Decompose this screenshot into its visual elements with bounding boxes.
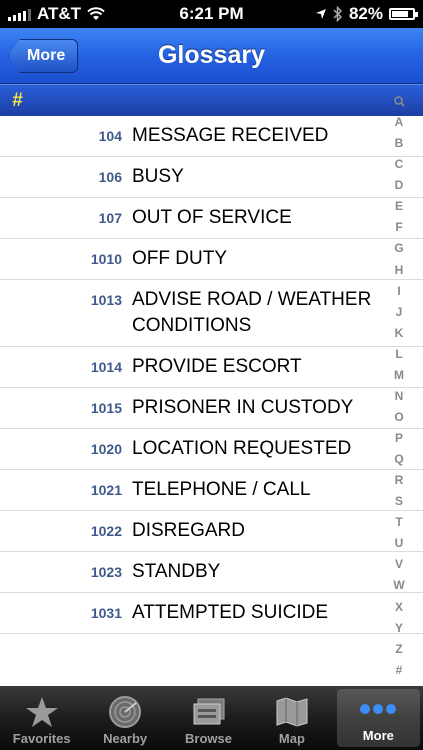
index-letter[interactable]: K	[395, 327, 404, 339]
item-code: 1010	[90, 251, 122, 267]
section-index[interactable]: A B C D E F G H I J K L M N O P Q R S T U V W X Y Z #	[388, 96, 410, 676]
index-letter[interactable]: Z	[395, 643, 402, 655]
glossary-list[interactable]: 104 MESSAGE RECEIVED 106 BUSY 107 OUT OF SERV…	[0, 116, 423, 686]
item-code: 1031	[90, 605, 122, 621]
more-icon	[358, 692, 398, 726]
item-code: 107	[98, 210, 122, 226]
tab-map[interactable]: Map	[250, 686, 333, 750]
section-header: #	[0, 84, 423, 116]
list-item[interactable]: 1021 TELEPHONE / CALL	[0, 470, 423, 511]
index-letter[interactable]: D	[395, 179, 404, 191]
tab-more[interactable]: More	[336, 689, 421, 747]
item-term: PRISONER IN CUSTODY	[132, 397, 354, 418]
search-icon[interactable]	[393, 96, 405, 107]
item-code: 1021	[90, 482, 122, 498]
page-title: Glossary	[157, 41, 265, 69]
index-letter[interactable]: H	[395, 264, 404, 276]
index-letter[interactable]: U	[395, 537, 404, 549]
item-term: OUT OF SERVICE	[132, 207, 292, 228]
list-item[interactable]: 1022 DISREGARD	[0, 511, 423, 552]
star-icon	[25, 695, 59, 729]
index-letter[interactable]: Q	[394, 453, 403, 465]
list-item[interactable]: 1013 ADVISE ROAD / WEATHER CONDITIONS	[0, 280, 423, 347]
index-letter[interactable]: G	[394, 242, 403, 254]
signal-strength-icon	[8, 7, 31, 21]
list-item[interactable]: 107 OUT OF SERVICE	[0, 198, 423, 239]
radar-icon	[108, 695, 142, 729]
item-term: MESSAGE RECEIVED	[132, 125, 329, 146]
index-letter[interactable]: R	[395, 474, 404, 486]
tab-nearby[interactable]: Nearby	[83, 686, 166, 750]
index-letter[interactable]: P	[395, 432, 403, 444]
item-code: 1014	[90, 359, 122, 375]
item-term: BUSY	[132, 166, 184, 187]
index-letter[interactable]: C	[395, 158, 404, 170]
item-code: 1022	[90, 523, 122, 539]
index-letter[interactable]: #	[396, 664, 403, 676]
battery-icon	[389, 8, 418, 20]
list-item[interactable]: 1015 PRISONER IN CUSTODY	[0, 388, 423, 429]
index-letter[interactable]: F	[395, 221, 402, 233]
item-term: ATTEMPTED SUICIDE	[132, 602, 328, 623]
index-letter[interactable]: W	[393, 579, 404, 591]
tab-label: Favorites	[12, 731, 71, 746]
index-letter[interactable]: L	[395, 348, 402, 360]
item-term: OFF DUTY	[132, 248, 227, 269]
carrier-label: AT&T	[37, 4, 82, 23]
list-item[interactable]: 1020 LOCATION REQUESTED	[0, 429, 423, 470]
tab-label: Nearby	[103, 731, 148, 746]
item-code: 104	[98, 128, 122, 144]
item-term: ADVISE ROAD / WEATHER CONDITIONS	[132, 289, 372, 336]
index-letter[interactable]: Y	[395, 622, 403, 634]
back-button[interactable]: More	[8, 39, 79, 73]
index-letter[interactable]: T	[395, 516, 402, 528]
list-item[interactable]: 1014 PROVIDE ESCORT	[0, 347, 423, 388]
list-item[interactable]: 106 BUSY	[0, 157, 423, 198]
bluetooth-icon	[333, 6, 343, 22]
index-letter[interactable]: V	[395, 558, 403, 570]
location-arrow-icon	[315, 9, 326, 19]
browse-icon	[192, 695, 226, 729]
item-term: DISREGARD	[132, 520, 245, 541]
battery-percent: 82%	[348, 4, 383, 23]
tab-bar: Favorites Nearby Browse Map More	[0, 686, 423, 750]
tab-label: Map	[278, 731, 305, 746]
item-term: TELEPHONE / CALL	[132, 479, 311, 500]
index-letter[interactable]: B	[395, 137, 404, 149]
item-term: LOCATION REQUESTED	[132, 438, 352, 459]
index-letter[interactable]: E	[395, 200, 403, 212]
map-icon	[275, 695, 309, 729]
item-term: STANDBY	[132, 561, 221, 582]
index-letter[interactable]: S	[395, 495, 403, 507]
list-item[interactable]: 104 MESSAGE RECEIVED	[0, 116, 423, 157]
tab-favorites[interactable]: Favorites	[0, 686, 83, 750]
item-code: 106	[98, 169, 122, 185]
list-item[interactable]: 1031 ATTEMPTED SUICIDE	[0, 593, 423, 634]
index-letter[interactable]: A	[395, 116, 404, 128]
status-bar: AT&T 6:21 PM 82%	[0, 0, 423, 28]
tab-browse[interactable]: Browse	[167, 686, 250, 750]
wifi-icon	[87, 7, 105, 20]
index-letter[interactable]: J	[396, 306, 403, 318]
index-letter[interactable]: M	[394, 369, 404, 381]
index-letter[interactable]: N	[395, 390, 404, 402]
item-code: 1015	[90, 400, 122, 416]
navigation-bar: More Glossary	[0, 28, 423, 84]
index-letter[interactable]: X	[395, 601, 403, 613]
item-term: PROVIDE ESCORT	[132, 356, 302, 377]
list-item[interactable]: 1010 OFF DUTY	[0, 239, 423, 280]
index-letter[interactable]: O	[394, 411, 403, 423]
item-code: 1013	[90, 292, 122, 308]
item-code: 1020	[90, 441, 122, 457]
index-letter[interactable]: I	[397, 285, 400, 297]
tab-label: Browse	[185, 731, 232, 746]
list-item[interactable]: 1023 STANDBY	[0, 552, 423, 593]
item-code: 1023	[90, 564, 122, 580]
tab-label: More	[362, 728, 394, 743]
